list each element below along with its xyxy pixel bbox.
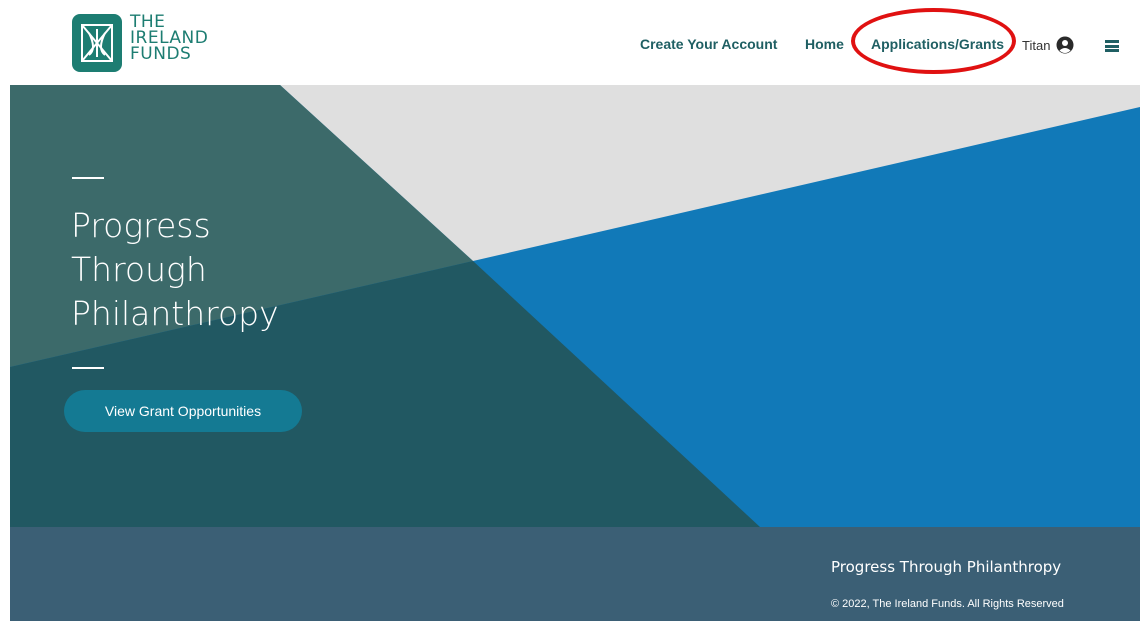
user-name: Titan — [1022, 37, 1051, 53]
headline-line-1: Progress — [71, 206, 211, 245]
hero-headline: Progress Through Philanthropy — [71, 204, 279, 336]
nav-create-account-link[interactable]: Create Your Account — [640, 36, 777, 52]
logo-mark-icon — [72, 14, 122, 72]
ireland-funds-logo[interactable]: THE IRELAND FUNDS — [72, 14, 208, 72]
footer-copyright: © 2022, The Ireland Funds. All Rights Re… — [831, 598, 1064, 610]
headline-divider-top — [72, 177, 104, 179]
logo-wordmark: THE IRELAND FUNDS — [130, 14, 208, 64]
site-footer: Progress Through Philanthropy © 2022, Th… — [10, 527, 1140, 621]
hero-banner: Progress Through Philanthropy View Grant… — [10, 85, 1140, 527]
headline-divider-bottom — [72, 367, 104, 369]
red-circle-annotation — [851, 8, 1016, 74]
headline-line-2: Through — [71, 250, 207, 289]
logo-line-3: FUNDS — [130, 44, 192, 64]
footer-tagline: Progress Through Philanthropy — [831, 558, 1062, 576]
hamburger-menu-icon[interactable] — [1105, 40, 1119, 52]
site-header: THE IRELAND FUNDS Create Your Account Ho… — [0, 0, 1140, 84]
user-menu[interactable]: Titan — [1022, 36, 1074, 54]
headline-line-3: Philanthropy — [71, 294, 279, 333]
user-circle-icon — [1056, 36, 1074, 54]
view-grant-opportunities-button[interactable]: View Grant Opportunities — [64, 390, 302, 432]
nav-home-link[interactable]: Home — [805, 36, 844, 52]
